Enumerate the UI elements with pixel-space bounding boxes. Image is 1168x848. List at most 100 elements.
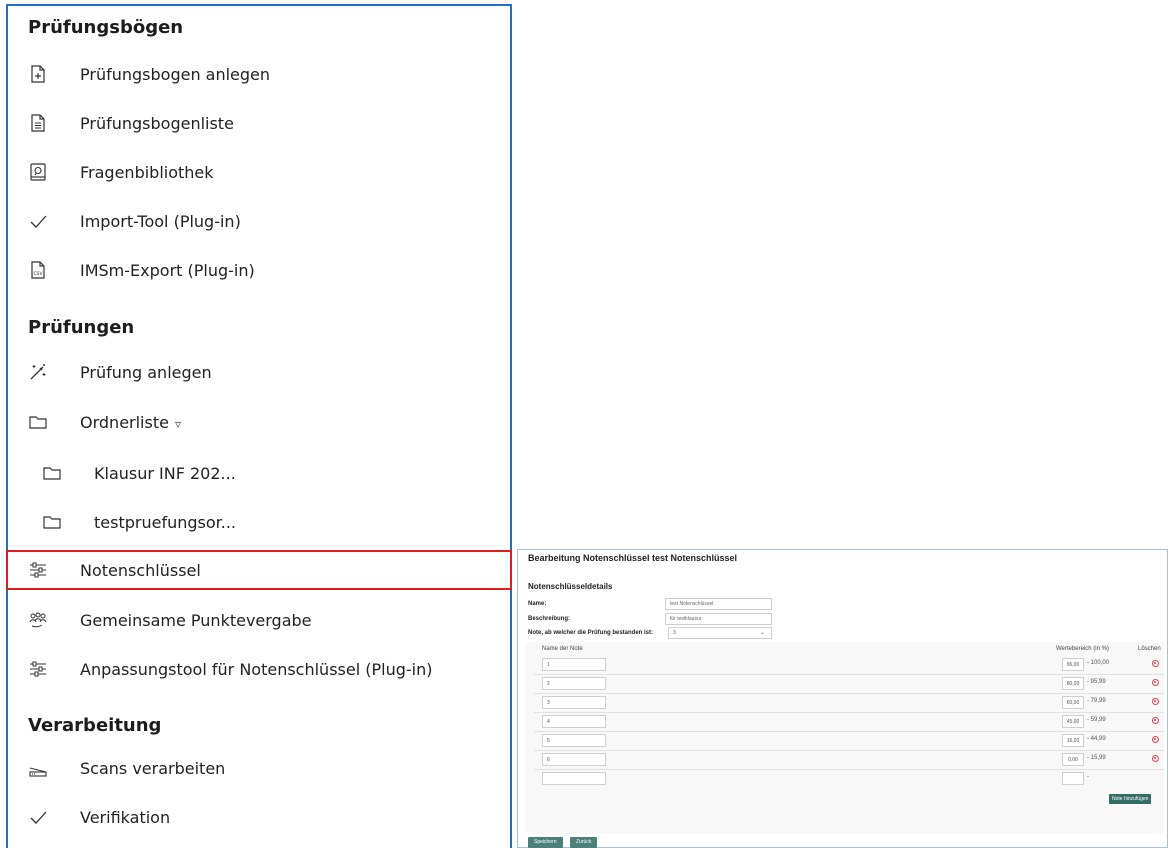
nav-item-notenschluessel[interactable]: Notenschlüssel — [6, 550, 512, 590]
grade-table: Name der Note Wertebereich (in %) Lösche… — [526, 642, 1164, 834]
delete-icon[interactable] — [1152, 679, 1159, 686]
table-row: 4 45,00 - 59,99 — [534, 713, 1164, 732]
save-button[interactable]: Speichern — [528, 837, 563, 848]
nav-item-pruefung-anlegen[interactable]: Prüfung anlegen — [8, 352, 510, 392]
nav-item-label: Gemeinsame Punktevergabe — [80, 610, 312, 630]
grade-name-input[interactable]: 5 — [542, 734, 606, 747]
nav-item-label: Import-Tool (Plug-in) — [80, 211, 241, 231]
add-grade-button[interactable]: Note hinzufügen — [1109, 794, 1152, 804]
svg-text:CSV: CSV — [33, 271, 43, 277]
range-min-input[interactable]: 16,00 — [1062, 734, 1084, 747]
name-label: Name: — [528, 601, 547, 607]
grade-name-input[interactable]: 1 — [542, 658, 606, 671]
range-min-input[interactable]: 60,00 — [1062, 696, 1084, 709]
range-max-text: - 44,99 — [1087, 736, 1106, 742]
nav-item-label: Prüfungsbogenliste — [80, 113, 234, 133]
grade-name-input[interactable]: 3 — [542, 696, 606, 709]
folder-icon — [28, 412, 48, 432]
new-grade-row: - — [534, 770, 1164, 789]
new-range-min-input[interactable] — [1062, 772, 1084, 785]
grading-key-editor: Bearbeitung Notenschlüssel test Notensch… — [517, 549, 1168, 848]
nav-item-label: Klausur INF 202... — [94, 463, 236, 483]
nav-item-scans-verarbeiten[interactable]: Scans verarbeiten — [8, 748, 510, 788]
grade-name-input[interactable]: 4 — [542, 715, 606, 728]
nav-item-folder-testpruefungsordner[interactable]: testpruefungsor... — [8, 502, 510, 542]
range-min-input[interactable]: 0,00 — [1062, 753, 1084, 766]
nav-item-folder-klausur[interactable]: Klausur INF 202... — [8, 453, 510, 493]
nav-item-label: Verifikation — [80, 807, 171, 827]
nav-item-ordnerliste[interactable]: Ordnerliste ▿ — [8, 402, 510, 442]
table-row: 3 60,00 - 79,99 — [534, 694, 1164, 713]
column-header-name: Name der Note — [542, 646, 583, 652]
range-dash: - — [1087, 774, 1089, 780]
section-title-pruefungen: Prüfungen — [28, 317, 135, 338]
nav-item-label: Fragenbibliothek — [80, 162, 214, 182]
file-list-icon — [28, 113, 48, 133]
nav-item-label: Prüfung anlegen — [80, 362, 212, 382]
nav-item-pruefungsbogenliste[interactable]: Prüfungsbogenliste — [8, 103, 510, 143]
range-max-text: - 95,99 — [1087, 679, 1106, 685]
range-min-input[interactable]: 96,00 — [1062, 658, 1084, 671]
description-field[interactable]: für testklausur — [665, 613, 772, 625]
sliders-icon — [28, 659, 48, 679]
navigation-sidebar: Prüfungsbögen Prüfungsbogen anlegen Prüf… — [6, 4, 512, 848]
column-header-range: Wertebereich (in %) — [1056, 646, 1109, 652]
section-title-verarbeitung: Verarbeitung — [28, 715, 162, 736]
chevron-down-icon: ⌄ — [759, 630, 765, 636]
nav-item-imsm-export[interactable]: CSV IMSm-Export (Plug-in) — [8, 250, 510, 290]
scanner-icon — [28, 758, 48, 778]
range-min-input[interactable]: 80,00 — [1062, 677, 1084, 690]
nav-item-label: IMSm-Export (Plug-in) — [80, 260, 255, 280]
nav-item-label: Ordnerliste ▿ — [80, 412, 181, 432]
range-max-text: - 15,99 — [1087, 755, 1106, 761]
nav-item-pruefungsbogen-anlegen[interactable]: Prüfungsbogen anlegen — [8, 54, 510, 94]
delete-icon[interactable] — [1152, 698, 1159, 705]
checkmark-icon — [28, 807, 48, 827]
delete-icon[interactable] — [1152, 660, 1159, 667]
range-max-text: - 100,00 — [1087, 660, 1110, 666]
range-max-text: - 59,99 — [1087, 717, 1106, 723]
table-row: 2 80,00 - 95,99 — [534, 675, 1164, 694]
delete-icon[interactable] — [1152, 736, 1159, 743]
folder-icon — [42, 512, 62, 532]
range-max-text: - 79,99 — [1087, 698, 1106, 704]
nav-item-label: Scans verarbeiten — [80, 758, 226, 778]
table-row: 6 0,00 - 15,99 — [534, 751, 1164, 770]
folder-icon — [42, 463, 62, 483]
column-header-delete: Löschen — [1138, 646, 1161, 652]
nav-item-fragenbibliothek[interactable]: Fragenbibliothek — [8, 152, 510, 192]
grade-name-input[interactable]: 2 — [542, 677, 606, 690]
pass-threshold-select[interactable]: 3 ⌄ — [668, 627, 772, 639]
chevron-down-icon[interactable]: ▿ — [175, 417, 181, 431]
delete-icon[interactable] — [1152, 717, 1159, 724]
sliders-icon — [28, 560, 48, 580]
checkmark-icon — [28, 211, 48, 231]
file-plus-icon — [28, 64, 48, 84]
nav-item-label: testpruefungsor... — [94, 512, 237, 532]
range-min-input[interactable]: 45,00 — [1062, 715, 1084, 728]
name-field[interactable]: test Notenschlüssel — [665, 598, 772, 610]
back-button[interactable]: Zurück — [570, 837, 598, 848]
csv-file-icon: CSV — [28, 260, 48, 280]
nav-item-import-tool[interactable]: Import-Tool (Plug-in) — [8, 201, 510, 241]
nav-item-anpassungstool[interactable]: Anpassungstool für Notenschlüssel (Plug-… — [8, 649, 510, 689]
section-title-pruefungsboegen: Prüfungsbögen — [28, 17, 184, 38]
section-subtitle: Notenschlüsseldetails — [528, 582, 613, 591]
table-row: 1 96,00 - 100,00 — [534, 656, 1164, 675]
nav-item-verifikation[interactable]: Verifikation — [8, 797, 510, 837]
grade-name-input[interactable]: 6 — [542, 753, 606, 766]
delete-icon[interactable] — [1152, 755, 1159, 762]
pass-threshold-label: Note, ab welcher die Prüfung bestanden i… — [528, 630, 654, 636]
nav-item-gemeinsame-punktevergabe[interactable]: Gemeinsame Punktevergabe — [8, 600, 510, 640]
page-title: Bearbeitung Notenschlüssel test Notensch… — [528, 553, 738, 563]
new-grade-name-input[interactable] — [542, 772, 606, 785]
nav-item-label: Prüfungsbogen anlegen — [80, 64, 271, 84]
book-icon — [28, 162, 48, 182]
nav-item-label: Anpassungstool für Notenschlüssel (Plug-… — [80, 659, 433, 679]
nav-item-label: Notenschlüssel — [80, 560, 201, 580]
magic-wand-icon — [28, 362, 48, 382]
description-label: Beschreibung: — [528, 616, 571, 622]
pass-threshold-value: 3 — [673, 630, 676, 636]
table-row: 5 16,00 - 44,99 — [534, 732, 1164, 751]
users-icon — [28, 610, 48, 630]
